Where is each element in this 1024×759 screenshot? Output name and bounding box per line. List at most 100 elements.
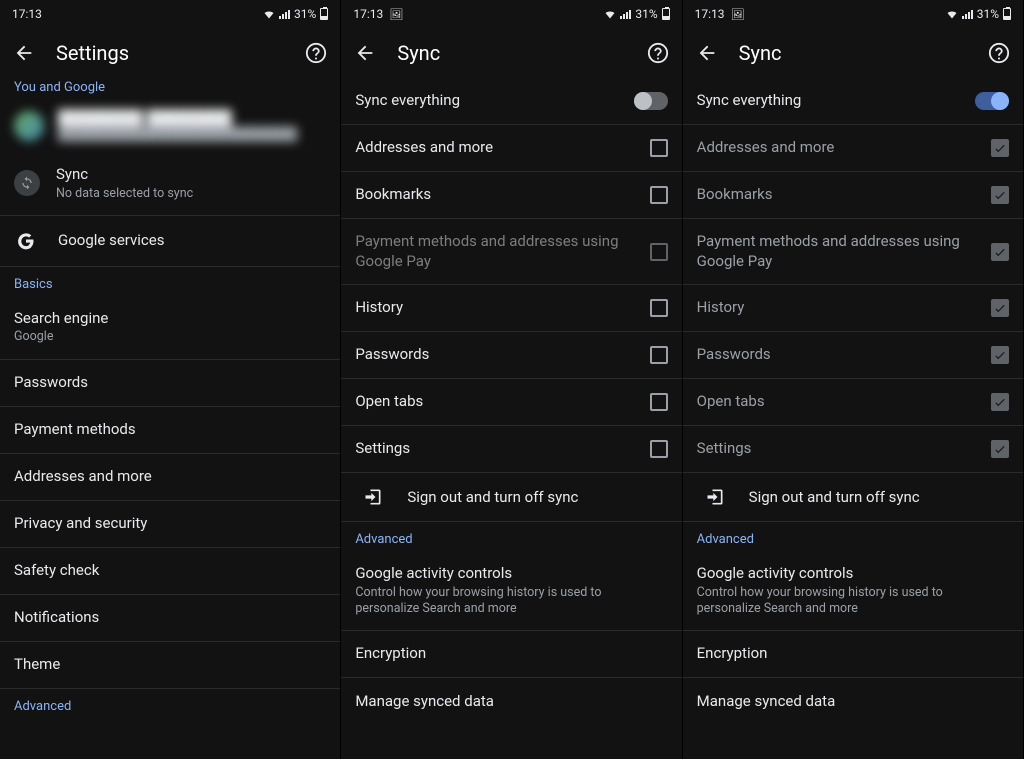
help-icon[interactable] [304,41,328,65]
search-engine-value: Google [14,329,326,345]
row-addresses[interactable]: Addresses and more [341,125,681,172]
row-sync-everything[interactable]: Sync everything [341,78,681,125]
section-advanced: Advanced [683,522,1023,551]
section-you-and-google: You and Google [0,78,340,99]
open-tabs-checkbox[interactable] [991,393,1009,411]
row-sign-out[interactable]: Sign out and turn off sync [341,473,681,522]
row-open-tabs[interactable]: Open tabs [683,379,1023,426]
row-notifications[interactable]: Notifications [0,595,340,642]
row-passwords[interactable]: Passwords [683,332,1023,379]
sync-everything-label: Sync everything [697,91,965,111]
payment-gpay-checkbox[interactable] [991,243,1009,261]
account-row[interactable]: ████████ ████████ ██████████████████████… [0,99,340,152]
sync-everything-label: Sync everything [355,91,623,111]
row-passwords[interactable]: Passwords [341,332,681,379]
row-history[interactable]: History [683,285,1023,332]
battery-icon [1003,8,1011,20]
help-icon[interactable] [987,41,1011,65]
sign-out-label: Sign out and turn off sync [749,488,920,506]
notif-icon: 🖼 [731,8,745,21]
wifi-icon [263,8,275,20]
passwords-checkbox[interactable] [650,346,668,364]
addresses-checkbox[interactable] [991,139,1009,157]
bookmarks-checkbox[interactable] [991,186,1009,204]
app-bar: Sync [341,28,681,78]
row-open-tabs[interactable]: Open tabs [341,379,681,426]
page-title: Sync [739,41,967,65]
google-services-label: Google services [58,231,326,251]
row-history[interactable]: History [341,285,681,332]
row-privacy[interactable]: Privacy and security [0,501,340,548]
sync-everything-toggle[interactable] [634,92,668,110]
theme-label: Theme [14,655,326,675]
row-sync[interactable]: Sync No data selected to sync [0,152,340,216]
back-icon[interactable] [695,41,719,65]
row-payment-gpay[interactable]: Payment methods and addresses using Goog… [683,219,1023,285]
payment-gpay-checkbox[interactable] [650,243,668,261]
row-google-activity[interactable]: Google activity controls Control how you… [683,551,1023,631]
row-encryption[interactable]: Encryption [683,631,1023,678]
row-manage-synced[interactable]: Manage synced data [683,678,1023,725]
row-bookmarks[interactable]: Bookmarks [341,172,681,219]
settings-checkbox[interactable] [991,440,1009,458]
passwords-checkbox[interactable] [991,346,1009,364]
row-bookmarks[interactable]: Bookmarks [683,172,1023,219]
passwords-label: Passwords [355,345,639,365]
open-tabs-label: Open tabs [355,392,639,412]
row-passwords[interactable]: Passwords [0,360,340,407]
row-google-activity[interactable]: Google activity controls Control how you… [341,551,681,631]
row-settings[interactable]: Settings [683,426,1023,473]
account-email: ███████████████████████████ [58,127,297,142]
row-payment-gpay[interactable]: Payment methods and addresses using Goog… [341,219,681,285]
addresses-checkbox[interactable] [650,139,668,157]
encryption-label: Encryption [697,644,1009,664]
section-basics: Basics [0,267,340,296]
wifi-icon [946,8,958,20]
row-theme[interactable]: Theme [0,642,340,689]
row-settings[interactable]: Settings [341,426,681,473]
app-bar: Settings [0,28,340,78]
manage-synced-label: Manage synced data [355,692,667,712]
notifications-label: Notifications [14,608,326,628]
addresses-label: Addresses and more [355,138,639,158]
sync-everything-toggle[interactable] [975,92,1009,110]
row-sync-everything[interactable]: Sync everything [683,78,1023,125]
history-checkbox[interactable] [650,299,668,317]
status-time: 17:13 [695,7,725,21]
row-manage-synced[interactable]: Manage synced data [341,678,681,725]
row-encryption[interactable]: Encryption [341,631,681,678]
open-tabs-label: Open tabs [697,392,981,412]
status-time: 17:13 [353,7,383,21]
history-label: History [355,298,639,318]
help-icon[interactable] [646,41,670,65]
sync-subtitle: No data selected to sync [56,186,326,202]
settings-checkbox[interactable] [650,440,668,458]
battery-pct: 31% [977,7,999,21]
status-bar: 17:13 31% [0,0,340,28]
addresses-label: Addresses and more [697,138,981,158]
sync-title: Sync [56,165,326,185]
row-addresses[interactable]: Addresses and more [0,454,340,501]
passwords-label: Passwords [697,345,981,365]
battery-icon [662,8,670,20]
status-bar: 17:13 🖼 31% [341,0,681,28]
open-tabs-checkbox[interactable] [650,393,668,411]
row-sign-out[interactable]: Sign out and turn off sync [683,473,1023,522]
account-name: ████████ ████████ [58,109,297,127]
settings-label: Settings [355,439,639,459]
google-activity-title: Google activity controls [697,564,1009,584]
row-search-engine[interactable]: Search engine Google [0,296,340,360]
panel-settings: 17:13 31% Settings You and Google ██████… [0,0,341,759]
history-checkbox[interactable] [991,299,1009,317]
back-icon[interactable] [353,41,377,65]
row-google-services[interactable]: Google services [0,216,340,267]
row-addresses[interactable]: Addresses and more [683,125,1023,172]
row-safety-check[interactable]: Safety check [0,548,340,595]
back-icon[interactable] [12,41,36,65]
row-payment-methods[interactable]: Payment methods [0,407,340,454]
privacy-label: Privacy and security [14,514,326,534]
bookmarks-checkbox[interactable] [650,186,668,204]
manage-synced-label: Manage synced data [697,692,1009,712]
app-bar: Sync [683,28,1023,78]
sign-out-label: Sign out and turn off sync [407,488,578,506]
